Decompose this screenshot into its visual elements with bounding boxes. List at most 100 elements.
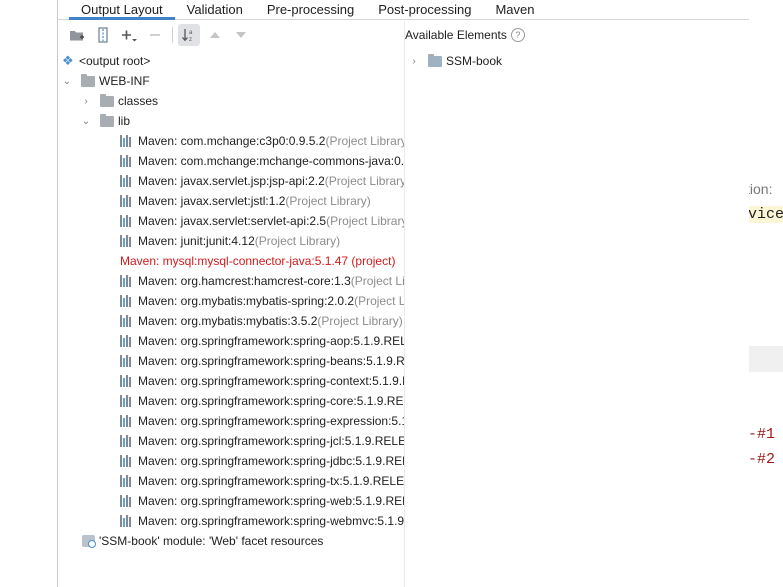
tab-validation[interactable]: Validation bbox=[175, 0, 255, 20]
library-name: Maven: org.springframework:spring-jcl:5.… bbox=[138, 434, 404, 448]
library-name: Maven: com.mchange:mchange-commons-java:… bbox=[138, 154, 404, 168]
library-icon bbox=[120, 475, 134, 487]
library-name: Maven: org.springframework:spring-expres… bbox=[138, 414, 404, 428]
library-item[interactable]: Maven: com.mchange:c3p0:0.9.5.2 (Project… bbox=[120, 131, 404, 151]
output-layout-tree: ❖ <output root> ⌄ WEB-INF › classes ⌄ li… bbox=[58, 50, 404, 587]
tree-node-output-root[interactable]: ❖ <output root> bbox=[62, 51, 150, 71]
library-name: Maven: org.springframework:spring-webmvc… bbox=[138, 514, 404, 528]
artifact-layout-panel: Output Layout Validation Pre-processing … bbox=[57, 0, 749, 587]
tab-maven[interactable]: Maven bbox=[483, 0, 546, 20]
library-icon bbox=[120, 395, 134, 407]
create-archive-button[interactable] bbox=[92, 24, 114, 46]
library-item[interactable]: Maven: org.mybatis:mybatis-spring:2.0.2 … bbox=[120, 291, 404, 311]
library-icon bbox=[120, 195, 134, 207]
editor-fragment: vice bbox=[748, 206, 783, 223]
library-item[interactable]: Maven: org.springframework:spring-tx:5.1… bbox=[120, 471, 404, 491]
tree-node-classes[interactable]: › classes bbox=[79, 91, 158, 111]
library-item[interactable]: Maven: org.springframework:spring-contex… bbox=[120, 371, 404, 391]
arrow-up-icon bbox=[210, 32, 220, 38]
tree-node-label: lib bbox=[118, 114, 131, 128]
library-icon bbox=[120, 495, 134, 507]
available-item-label: SSM-book bbox=[446, 54, 503, 68]
module-facet-icon bbox=[82, 535, 96, 548]
library-item[interactable]: Maven: org.springframework:spring-jdbc:5… bbox=[120, 451, 404, 471]
remove-button[interactable] bbox=[144, 24, 166, 46]
chevron-down-icon[interactable]: ⌄ bbox=[79, 116, 93, 127]
help-icon[interactable]: ? bbox=[510, 28, 525, 42]
chevron-down-icon[interactable]: ⌄ bbox=[60, 76, 74, 87]
library-name: Maven: org.mybatis:mybatis:3.5.2 bbox=[138, 314, 318, 328]
library-item[interactable]: Maven: org.springframework:spring-beans:… bbox=[120, 351, 404, 371]
editor-fragment: tion: bbox=[748, 181, 773, 197]
tree-node-label: <output root> bbox=[79, 54, 151, 68]
tab-post-processing[interactable]: Post-processing bbox=[366, 0, 483, 20]
library-item[interactable]: Maven: mysql:mysql-connector-java:5.1.47… bbox=[120, 251, 395, 271]
library-item[interactable]: Maven: javax.servlet:servlet-api:2.5 (Pr… bbox=[120, 211, 404, 231]
tab-bar: Output Layout Validation Pre-processing … bbox=[58, 0, 749, 20]
library-icon bbox=[120, 415, 134, 427]
library-icon bbox=[120, 235, 134, 247]
library-name: Maven: junit:junit:4.12 bbox=[138, 234, 255, 248]
library-icon bbox=[120, 455, 134, 467]
library-item[interactable]: Maven: org.hamcrest:hamcrest-core:1.3 (P… bbox=[120, 271, 404, 291]
library-item[interactable]: Maven: javax.servlet:jstl:1.2 (Project L… bbox=[120, 191, 371, 211]
create-directory-button[interactable] bbox=[66, 24, 88, 46]
library-icon bbox=[120, 135, 134, 147]
library-scope: (Project Library) bbox=[354, 294, 404, 308]
library-icon bbox=[120, 515, 134, 527]
folder-icon bbox=[81, 73, 95, 87]
background-editor-strip: tion: vice -#1 -#2 bbox=[748, 0, 783, 587]
chevron-right-icon[interactable]: › bbox=[79, 96, 93, 107]
move-up-button[interactable] bbox=[204, 24, 226, 46]
library-name: Maven: org.hamcrest:hamcrest-core:1.3 bbox=[138, 274, 351, 288]
library-item[interactable]: Maven: org.springframework:spring-core:5… bbox=[120, 391, 404, 411]
available-item-ssm-book[interactable]: › SSM-book bbox=[407, 51, 502, 71]
new-folder-icon bbox=[70, 31, 84, 41]
library-icon bbox=[120, 375, 134, 387]
sort-elements-button[interactable]: a z bbox=[178, 24, 200, 46]
library-item[interactable]: Maven: javax.servlet.jsp:jsp-api:2.2 (Pr… bbox=[120, 171, 404, 191]
library-name: Maven: org.springframework:spring-web:5.… bbox=[138, 494, 404, 508]
editor-fragment: -#2 bbox=[748, 451, 776, 468]
library-item[interactable]: Maven: org.springframework:spring-web:5.… bbox=[120, 491, 404, 511]
add-copy-button[interactable] bbox=[118, 24, 140, 46]
library-name: Maven: org.springframework:spring-aop:5.… bbox=[138, 334, 404, 348]
library-icon bbox=[120, 275, 134, 287]
svg-text:a: a bbox=[189, 30, 193, 36]
library-name: Maven: javax.servlet:servlet-api:2.5 bbox=[138, 214, 327, 228]
library-item[interactable]: Maven: junit:junit:4.12 (Project Library… bbox=[120, 231, 340, 251]
library-item[interactable]: Maven: org.springframework:spring-webmvc… bbox=[120, 511, 404, 531]
tree-node-web-inf[interactable]: ⌄ WEB-INF bbox=[60, 71, 150, 91]
tree-node-facet-resources[interactable]: 'SSM-book' module: 'Web' facet resources bbox=[82, 531, 323, 551]
available-elements-pane: Available Elements ? › SSM-book bbox=[405, 21, 749, 587]
library-name: Maven: javax.servlet.jsp:jsp-api:2.2 bbox=[138, 174, 325, 188]
tree-node-lib[interactable]: ⌄ lib bbox=[79, 111, 130, 131]
library-name: Maven: org.springframework:spring-jdbc:5… bbox=[138, 454, 404, 468]
library-item[interactable]: Maven: org.springframework:spring-expres… bbox=[120, 411, 404, 431]
library-name: Maven: org.springframework:spring-beans:… bbox=[138, 354, 404, 368]
library-name: Maven: org.mybatis:mybatis-spring:2.0.2 bbox=[138, 294, 355, 308]
library-icon bbox=[120, 215, 134, 227]
tree-node-label: classes bbox=[118, 94, 159, 108]
chevron-right-icon[interactable]: › bbox=[407, 56, 421, 67]
archive-icon bbox=[98, 27, 108, 43]
library-icon bbox=[120, 295, 134, 307]
library-item[interactable]: Maven: org.springframework:spring-jcl:5.… bbox=[120, 431, 404, 451]
output-root-icon: ❖ bbox=[62, 53, 74, 68]
library-scope: (Project Library) bbox=[285, 194, 371, 208]
library-name: Maven: javax.servlet:jstl:1.2 bbox=[138, 194, 286, 208]
library-item[interactable]: Maven: com.mchange:mchange-commons-java:… bbox=[120, 151, 404, 171]
editor-highlight-band bbox=[749, 346, 783, 372]
library-icon bbox=[120, 435, 134, 447]
library-scope: (Project Library) bbox=[325, 134, 404, 148]
move-down-button[interactable] bbox=[230, 24, 252, 46]
tab-pre-processing[interactable]: Pre-processing bbox=[255, 0, 366, 20]
available-elements-title: Available Elements bbox=[405, 28, 507, 42]
library-item[interactable]: Maven: org.mybatis:mybatis:3.5.2 (Projec… bbox=[120, 311, 403, 331]
library-name: Maven: org.springframework:spring-tx:5.1… bbox=[138, 474, 404, 488]
library-icon bbox=[120, 335, 134, 347]
tab-output-layout[interactable]: Output Layout bbox=[69, 0, 175, 20]
library-icon bbox=[120, 315, 134, 327]
library-item[interactable]: Maven: org.springframework:spring-aop:5.… bbox=[120, 331, 404, 351]
layout-toolbar: a z bbox=[58, 21, 404, 49]
